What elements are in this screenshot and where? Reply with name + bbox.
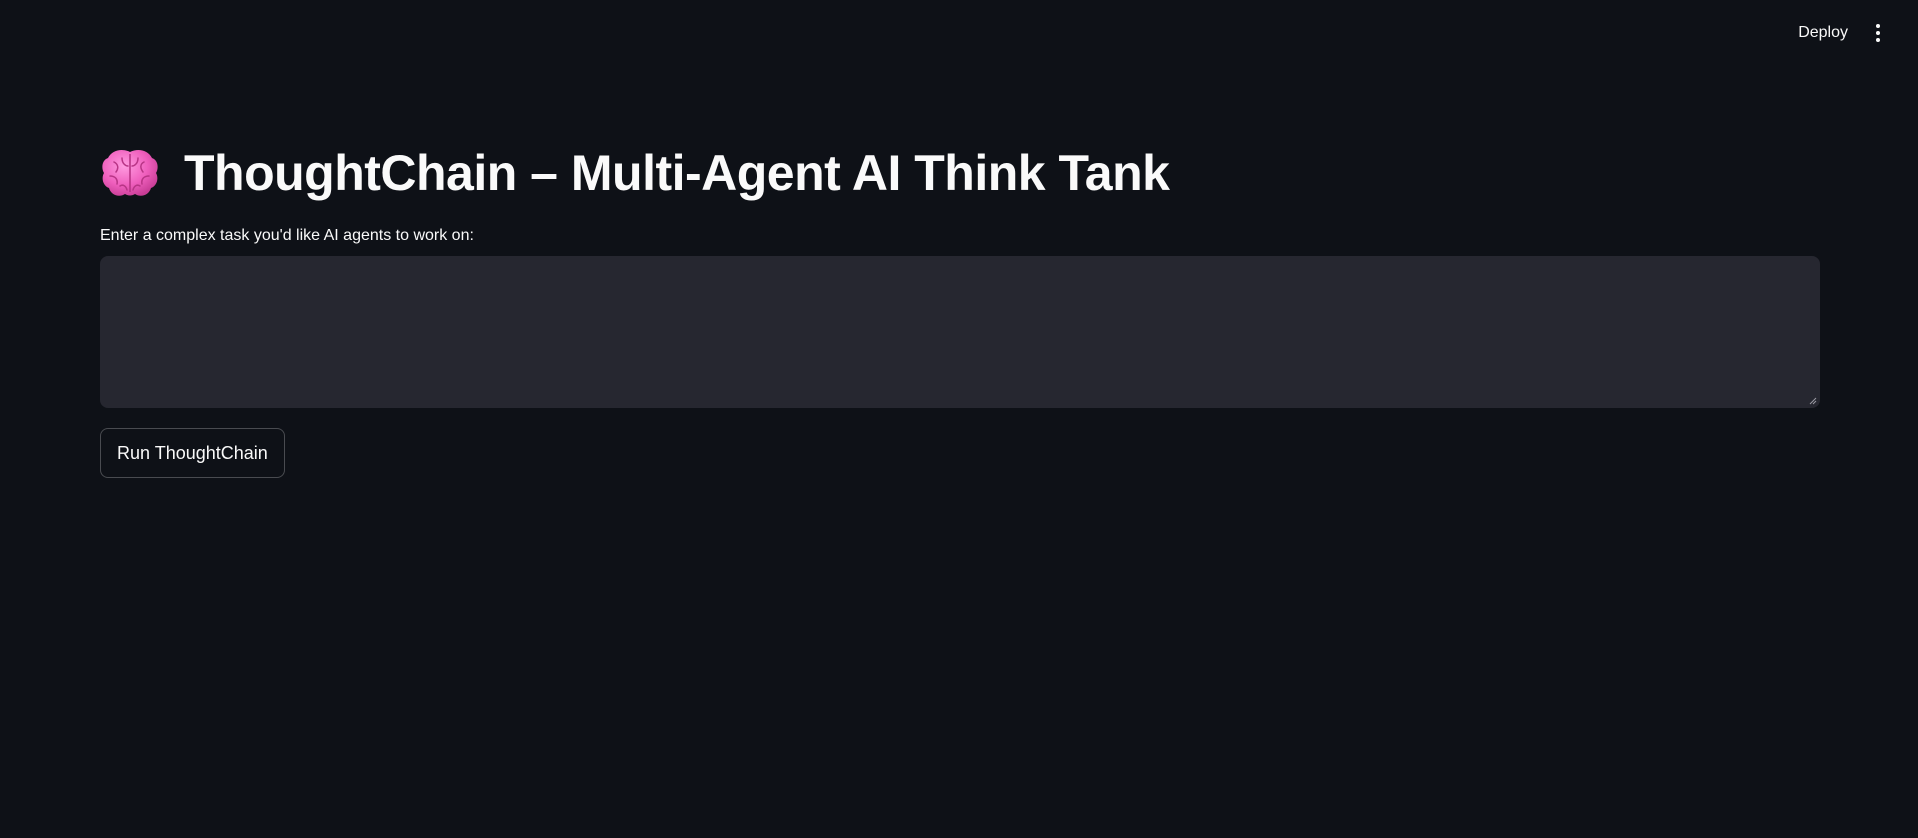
deploy-button[interactable]: Deploy xyxy=(1794,20,1852,46)
brain-icon xyxy=(102,150,158,196)
resize-handle-icon[interactable] xyxy=(1808,396,1817,405)
task-input[interactable] xyxy=(100,256,1820,408)
menu-dot xyxy=(1876,38,1880,42)
main-content: ThoughtChain – Multi-Agent AI Think Tank… xyxy=(100,138,1820,478)
top-header: Deploy xyxy=(0,0,1918,64)
page-title-text: ThoughtChain – Multi-Agent AI Think Tank xyxy=(184,145,1170,201)
app-root: Deploy ThoughtChain – Multi-Agent AI Thi… xyxy=(0,0,1918,838)
page-title: ThoughtChain – Multi-Agent AI Think Tank xyxy=(100,138,1820,208)
task-input-container xyxy=(100,256,1820,408)
more-vertical-icon[interactable] xyxy=(1866,20,1890,46)
menu-dot xyxy=(1876,24,1880,28)
task-input-label: Enter a complex task you'd like AI agent… xyxy=(100,227,474,244)
run-thoughtchain-button[interactable]: Run ThoughtChain xyxy=(100,428,285,478)
menu-dot xyxy=(1876,31,1880,35)
